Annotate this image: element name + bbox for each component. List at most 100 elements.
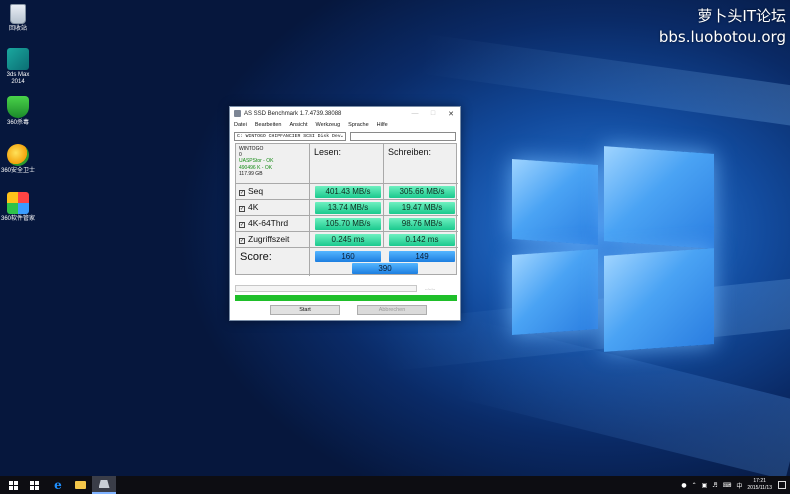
read-cell: 13.74 MB/s bbox=[310, 200, 384, 216]
tray-app-icon[interactable]: ● bbox=[681, 482, 686, 489]
chevron-up-icon[interactable]: ⌃ bbox=[692, 482, 697, 489]
row-label[interactable]: ✓ 4K-64Thrd bbox=[236, 216, 310, 232]
file-explorer-taskbar-button[interactable] bbox=[72, 476, 88, 494]
folder-icon bbox=[74, 481, 86, 489]
360-software-manager-icon bbox=[7, 192, 29, 214]
row-label-text: 4K bbox=[248, 202, 259, 212]
desktop-icon-3ds-max[interactable]: 3ds Max 2014 bbox=[0, 48, 36, 86]
drive-select[interactable]: C: WINTOGO CHIPFANCIER SCSI Disk Dev ⌄ bbox=[234, 132, 346, 141]
desktop-icon-360-safe[interactable]: 360安全卫士 bbox=[0, 144, 36, 175]
watermark-title: 萝卜头IT论坛 bbox=[697, 7, 786, 25]
drive-info: WINTOGO 0 UASPStor - OK 490496 K - OK 11… bbox=[236, 144, 310, 184]
desktop-icon-label: 回收站 bbox=[8, 26, 27, 32]
abort-button[interactable]: Abbrechen bbox=[357, 305, 427, 315]
360-antivirus-icon bbox=[7, 96, 29, 118]
write-value: 0.142 ms bbox=[389, 234, 455, 246]
checkbox-checked-icon[interactable]: ✓ bbox=[239, 206, 245, 212]
windows-logo-icon bbox=[29, 480, 39, 490]
read-value: 0.245 ms bbox=[315, 234, 381, 246]
watermark-url: bbs.luobotou.org bbox=[658, 28, 786, 46]
edge-icon: e bbox=[54, 478, 62, 492]
row-label-text: 4K-64Thrd bbox=[248, 218, 289, 228]
close-button[interactable]: ✕ bbox=[442, 107, 460, 120]
chevron-down-icon: ⌄ bbox=[339, 133, 344, 139]
windows-logo-pane bbox=[604, 248, 714, 352]
desktop-icon-360-software-manager[interactable]: 360软件管家 bbox=[0, 192, 36, 223]
drive-select-value: C: WINTOGO CHIPFANCIER SCSI Disk Dev bbox=[237, 134, 341, 139]
windows-logo-pane bbox=[512, 248, 598, 336]
edge-taskbar-button[interactable]: e bbox=[50, 476, 66, 494]
read-cell: 105.70 MB/s bbox=[310, 216, 384, 232]
read-cell: 401.43 MB/s bbox=[310, 184, 384, 200]
desktop-icon-recycle-bin[interactable]: 回收站 bbox=[0, 4, 36, 33]
write-value: 19.47 MB/s bbox=[389, 202, 455, 214]
result-row-4k: ✓ 4K 13.74 MB/s 19.47 MB/s bbox=[236, 200, 458, 216]
system-tray: ● ⌃ ▣ ♬ ⌨ 中 17:21 2015/11/13 bbox=[681, 476, 790, 494]
windows-start-icon bbox=[8, 480, 18, 490]
row-label[interactable]: ✓ 4K bbox=[236, 200, 310, 216]
menu-werkzeug[interactable]: Werkzeug bbox=[316, 122, 341, 128]
volume-icon[interactable]: ♬ bbox=[712, 482, 717, 489]
row-label[interactable]: ✓ Zugriffszeit bbox=[236, 232, 310, 248]
menu-ansicht[interactable]: Ansicht bbox=[289, 122, 307, 128]
desktop-icon-360-antivirus[interactable]: 360杀毒 bbox=[0, 96, 36, 127]
write-cell: 98.76 MB/s bbox=[384, 216, 458, 232]
taskbar: e ● ⌃ ▣ ♬ ⌨ 中 17:21 2015/11/13 bbox=[0, 476, 790, 494]
results-grid: WINTOGO 0 UASPStor - OK 490496 K - OK 11… bbox=[235, 143, 458, 276]
as-ssd-taskbar-button[interactable] bbox=[92, 476, 116, 494]
desktop: 萝卜头IT论坛 bbs.luobotou.org 回收站 3ds Max 201… bbox=[0, 0, 790, 476]
menu-hilfe[interactable]: Hilfe bbox=[377, 122, 388, 128]
keyboard-icon[interactable]: ⌨ bbox=[723, 482, 732, 489]
drive-size: 117.99 GB bbox=[239, 170, 263, 177]
title-bar[interactable]: AS SSD Benchmark 1.7.4739.38088 — □ ✕ bbox=[230, 107, 460, 120]
ime-indicator[interactable]: 中 bbox=[736, 481, 742, 490]
checkbox-checked-icon[interactable]: ✓ bbox=[239, 190, 245, 196]
row-label[interactable]: ✓ Seq bbox=[236, 184, 310, 200]
clock-time: 17:21 bbox=[753, 478, 766, 484]
total-score: 390 bbox=[352, 263, 418, 274]
window-title: AS SSD Benchmark 1.7.4739.38088 bbox=[244, 110, 342, 117]
clock[interactable]: 17:21 2015/11/13 bbox=[747, 478, 772, 492]
as-ssd-icon bbox=[98, 480, 110, 488]
checkbox-checked-icon[interactable]: ✓ bbox=[239, 222, 245, 228]
progress-time: --:--:-- bbox=[425, 286, 436, 291]
drive-extra-field[interactable] bbox=[350, 132, 456, 141]
read-header: Lesen: bbox=[310, 144, 384, 184]
notification-icon[interactable] bbox=[778, 481, 786, 489]
result-row-access-time: ✓ Zugriffszeit 0.245 ms 0.142 ms bbox=[236, 232, 458, 248]
start-menu-button[interactable] bbox=[4, 476, 22, 494]
desktop-icon-label: 360安全卫士 bbox=[0, 168, 35, 174]
watermark: 萝卜头IT论坛 bbs.luobotou.org bbox=[659, 6, 786, 48]
result-row-4k-64thrd: ✓ 4K-64Thrd 105.70 MB/s 98.76 MB/s bbox=[236, 216, 458, 232]
write-cell: 19.47 MB/s bbox=[384, 200, 458, 216]
desktop-icon-label: 360软件管家 bbox=[0, 216, 35, 222]
write-cell: 305.66 MB/s bbox=[384, 184, 458, 200]
network-icon[interactable]: ▣ bbox=[702, 482, 708, 489]
desktop-icon-label: 3ds Max 2014 bbox=[6, 72, 30, 85]
write-value: 98.76 MB/s bbox=[389, 218, 455, 230]
360-safe-icon bbox=[7, 144, 29, 166]
write-cell: 0.142 ms bbox=[384, 232, 458, 248]
menu-datei[interactable]: Datei bbox=[234, 122, 247, 128]
checkbox-checked-icon[interactable]: ✓ bbox=[239, 238, 245, 244]
progress-row: --:--:-- bbox=[235, 285, 457, 292]
read-value: 105.70 MB/s bbox=[315, 218, 381, 230]
start-button-windows[interactable] bbox=[26, 476, 42, 494]
minimize-button[interactable]: — bbox=[406, 107, 424, 120]
score-area: Score: 160 149 390 bbox=[236, 248, 458, 276]
desktop-icon-label: 360杀毒 bbox=[6, 120, 29, 126]
row-label-text: Zugriffszeit bbox=[248, 234, 290, 244]
write-value: 305.66 MB/s bbox=[389, 186, 455, 198]
result-row-seq: ✓ Seq 401.43 MB/s 305.66 MB/s bbox=[236, 184, 458, 200]
recycle-bin-icon bbox=[10, 4, 26, 24]
read-cell: 0.245 ms bbox=[310, 232, 384, 248]
score-label: Score: bbox=[236, 248, 310, 276]
menu-bar: Datei Bearbeiten Ansicht Werkzeug Sprach… bbox=[230, 120, 460, 130]
drive-row: C: WINTOGO CHIPFANCIER SCSI Disk Dev ⌄ bbox=[230, 130, 460, 143]
write-header: Schreiben: bbox=[384, 144, 458, 184]
menu-sprache[interactable]: Sprache bbox=[348, 122, 369, 128]
maximize-button[interactable]: □ bbox=[424, 107, 442, 120]
menu-bearbeiten[interactable]: Bearbeiten bbox=[255, 122, 282, 128]
start-button[interactable]: Start bbox=[270, 305, 340, 315]
progress-box bbox=[235, 285, 417, 292]
